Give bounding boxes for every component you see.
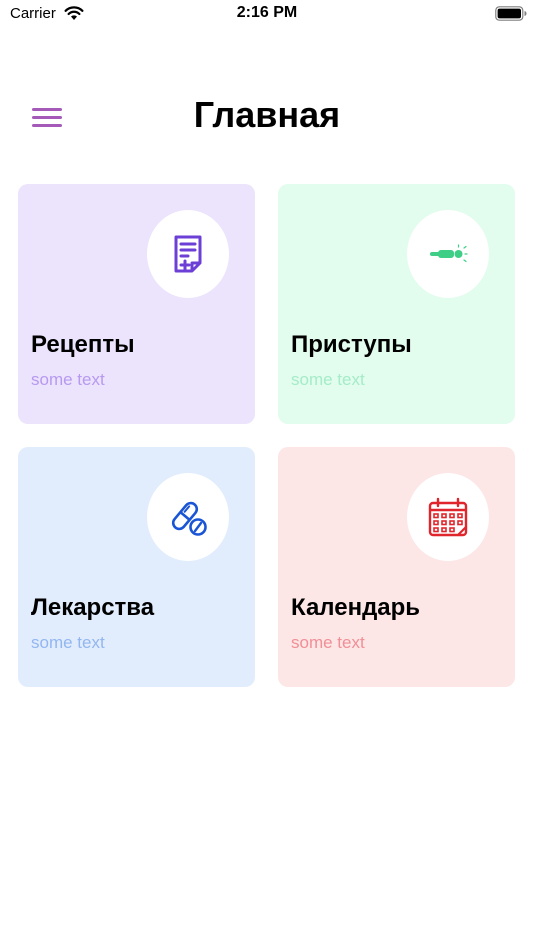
status-bar: Carrier 2:16 PM	[0, 0, 534, 28]
calendar-icon	[428, 497, 468, 537]
lying-person-icon	[430, 244, 468, 263]
prescription-document-icon	[174, 235, 202, 273]
card-title: Рецепты	[31, 331, 135, 358]
clock: 2:16 PM	[236, 4, 298, 21]
card-title: Лекарства	[31, 594, 155, 621]
card-subtitle: some text	[31, 633, 105, 652]
card-title: Приступы	[291, 331, 412, 358]
card-medicines[interactable]: Лекарства some text	[18, 447, 255, 687]
home-screen: Carrier 2:16 PM Главная Рецепты some tex…	[0, 0, 534, 950]
card-subtitle: some text	[31, 370, 105, 389]
card-title: Календарь	[291, 594, 421, 621]
card-subtitle: some text	[291, 633, 365, 652]
card-icon-circle	[407, 210, 489, 298]
card-calendar[interactable]: Календарь some text	[278, 447, 515, 687]
card-icon-circle	[407, 473, 489, 561]
pills-icon	[171, 501, 207, 536]
card-attacks[interactable]: Приступы some text	[278, 184, 515, 424]
card-subtitle: some text	[291, 370, 365, 389]
battery-icon	[495, 6, 527, 21]
card-icon-circle	[147, 473, 229, 561]
card-icon-circle	[147, 210, 229, 298]
card-recipes[interactable]: Рецепты some text	[18, 184, 255, 424]
page-title: Главная	[193, 94, 341, 135]
